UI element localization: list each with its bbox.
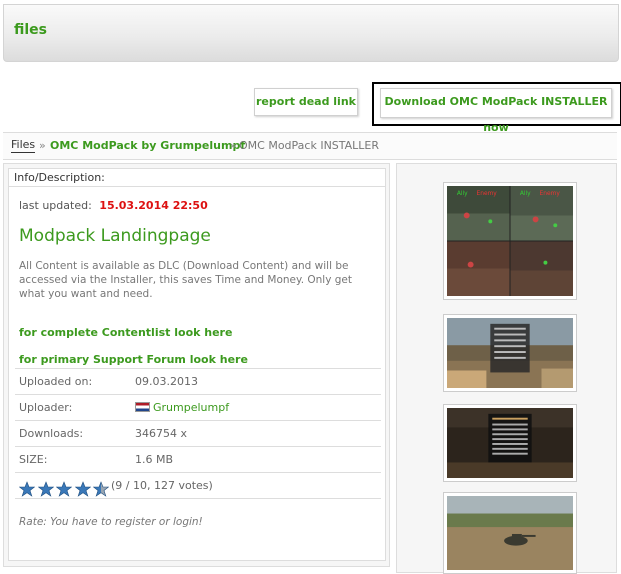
- screenshot-image: [447, 408, 573, 478]
- info-row-size: SIZE: 1.6 MB: [15, 446, 381, 473]
- breadcrumb-separator: »: [39, 139, 46, 152]
- star-icon[interactable]: [56, 481, 72, 497]
- last-updated: last updated: 15.03.2014 22:50: [19, 199, 208, 212]
- info-row-downloads: Downloads: 346754 x: [15, 420, 381, 447]
- star-icon[interactable]: [74, 481, 91, 497]
- breadcrumb-parent-link[interactable]: OMC ModPack by Grumpelumpf: [50, 133, 245, 159]
- uploader-value[interactable]: Grumpelumpf: [135, 395, 229, 421]
- screenshot-thumbnail[interactable]: Ally Enemy Ally Enemy: [443, 182, 577, 300]
- info-row-uploader: Uploader: Grumpelumpf: [15, 394, 381, 421]
- info-row-rating: (9 / 10, 127 votes): [15, 472, 381, 499]
- contentlist-link[interactable]: for complete Contentlist look here: [19, 326, 232, 339]
- rating-text: (9 / 10, 127 votes): [111, 479, 213, 492]
- info-row-uploaded: Uploaded on: 09.03.2013: [15, 368, 381, 395]
- breadcrumb: Files » OMC ModPack by Grumpelumpf » OMC…: [3, 132, 617, 160]
- breadcrumb-separator: »: [230, 139, 237, 152]
- breadcrumb-current: OMC ModPack INSTALLER: [239, 139, 380, 152]
- screenshot-image: [447, 318, 573, 388]
- overlay-label: Enemy: [540, 191, 561, 197]
- divider: [15, 498, 381, 500]
- last-updated-label: last updated:: [19, 199, 92, 212]
- downloads-value: 346754 x: [135, 427, 187, 440]
- page-title: files: [14, 22, 48, 38]
- size-value: 1.6 MB: [135, 453, 174, 466]
- star-icon[interactable]: [19, 481, 35, 497]
- breadcrumb-files[interactable]: Files: [11, 138, 36, 153]
- screenshot-thumbnail[interactable]: [443, 404, 577, 482]
- screenshot-thumbnail[interactable]: [443, 314, 577, 392]
- uploaded-value: 09.03.2013: [135, 375, 198, 388]
- description: All Content is available as DLC (Downloa…: [19, 260, 353, 300]
- overlay-label: Enemy: [477, 191, 498, 197]
- info-panel: Info/Description: last updated: 15.03.20…: [3, 163, 390, 567]
- screenshot-image: Ally Enemy Ally Enemy: [447, 186, 573, 296]
- info-heading: Info/Description:: [9, 169, 385, 187]
- size-label: SIZE:: [19, 453, 48, 466]
- uploader-label: Uploader:: [19, 401, 73, 414]
- page-header: files: [3, 4, 619, 62]
- screenshot-thumbnail[interactable]: [443, 492, 577, 574]
- download-button-frame: Download OMC ModPack INSTALLER now: [372, 82, 621, 134]
- report-dead-link-button[interactable]: report dead link: [254, 88, 358, 116]
- download-installer-button[interactable]: Download OMC ModPack INSTALLER now: [380, 88, 612, 134]
- star-icon[interactable]: [37, 481, 54, 497]
- uploaded-label: Uploaded on:: [19, 375, 93, 388]
- downloads-label: Downloads:: [19, 427, 84, 440]
- landing-title: Modpack Landingpage: [19, 226, 211, 246]
- netherlands-flag-icon: [135, 402, 150, 412]
- screenshot-image: [447, 496, 573, 570]
- uploader-name[interactable]: Grumpelumpf: [153, 401, 229, 414]
- last-updated-value: 15.03.2014 22:50: [99, 199, 208, 212]
- screenshot-gallery: Ally Enemy Ally Enemy: [396, 163, 617, 574]
- rate-note: Rate: You have to register or login!: [19, 516, 203, 528]
- info-box: Info/Description: last updated: 15.03.20…: [8, 168, 386, 561]
- overlay-label: Ally: [457, 191, 468, 197]
- support-forum-link[interactable]: for primary Support Forum look here: [19, 353, 248, 366]
- overlay-label: Ally: [520, 191, 531, 197]
- half-star-icon[interactable]: [93, 481, 109, 497]
